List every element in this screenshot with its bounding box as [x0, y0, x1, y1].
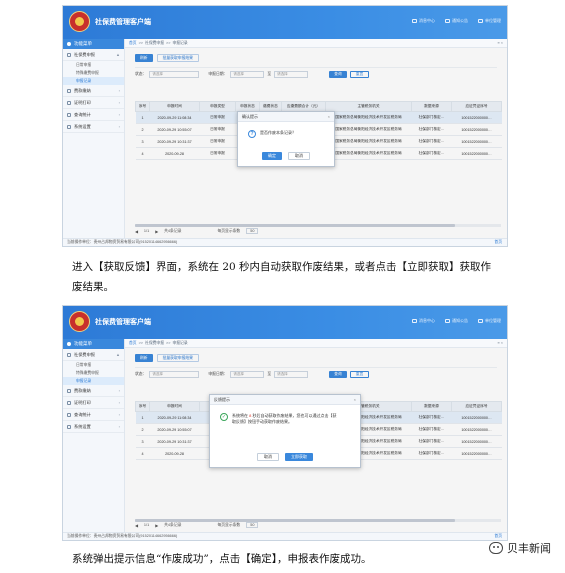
tax-emblem-icon: [69, 311, 90, 332]
tab-controls-icon[interactable]: ≡ ×: [498, 41, 504, 45]
main-content: 刷新 批量获取申报结果 状态： 请选择 申报日期： 请选择 至 请选择 查询 重…: [125, 48, 507, 238]
close-icon[interactable]: ×: [354, 397, 356, 402]
sidebar-item-settings[interactable]: 系统设置 ›: [63, 121, 124, 133]
dialog-title: 反馈提示 ×: [210, 395, 360, 405]
chevron-right-icon: ›: [118, 400, 120, 405]
sidebar-item-print[interactable]: 证明打印 ›: [63, 97, 124, 109]
message-icon: [412, 319, 417, 323]
sidebar: 功能菜单 社保费申报 ▲ 日常申报 特殊缴费申报 申报记录 费款缴纳 › 证明打印 ›…: [63, 339, 125, 532]
close-icon[interactable]: ×: [328, 114, 330, 119]
cancel-button[interactable]: 取消: [288, 152, 310, 160]
success-check-icon: ✓: [220, 413, 228, 421]
chevron-right-icon: ›: [118, 388, 120, 393]
sidebar-sub-records[interactable]: 申报记录: [63, 377, 124, 385]
menu-icon: [67, 342, 71, 346]
sidebar-head: 功能菜单: [63, 39, 124, 49]
declare-icon: [67, 352, 71, 357]
message-center-link[interactable]: 消息中心: [412, 318, 435, 324]
print-icon: [67, 400, 71, 405]
cancel-button[interactable]: 取消: [257, 453, 279, 461]
confirm-button[interactable]: 确定: [262, 152, 282, 160]
chevron-right-icon: ›: [118, 424, 120, 429]
sidebar-sub-daily[interactable]: 日常申报: [63, 361, 124, 369]
footer-home-link[interactable]: 首页: [494, 240, 502, 245]
feedback-dialog: 反馈提示 × ✓ 系统将在 8 秒后自动获取作废结果，您也可以通过点击【获取反馈】…: [209, 394, 361, 468]
dialog-title: 确认提示 ×: [238, 112, 334, 122]
sidebar-sub-special[interactable]: 特殊缴费申报: [63, 69, 124, 77]
notice-icon: [445, 19, 450, 23]
notice-link[interactable]: 通知公告: [445, 18, 468, 24]
status-footer: 当前操作单位：贵州占邦物资贸易有限公司(91520114662956666) 首…: [63, 532, 507, 540]
header-links: 消息中心 通知公告 单位管理: [412, 318, 501, 324]
chevron-right-icon: ›: [118, 100, 120, 105]
question-icon: ?: [248, 130, 256, 138]
gear-icon: [67, 424, 71, 429]
wechat-icon: [489, 542, 503, 554]
main-content: 刷新 批量获取申报结果 状态： 请选择 申报日期： 请选择 至 请选择 查询 重…: [125, 348, 507, 532]
caption-step2: 系统弹出提示信息“作废成功”，点击【确定】，申报表作废成功。: [72, 553, 372, 565]
app-header: 社保费管理客户端 消息中心 通知公告 单位管理: [63, 306, 507, 339]
app-header: 社保费管理客户端 消息中心 通知公告 单位管理: [63, 6, 507, 39]
sidebar-sub-special[interactable]: 特殊缴费申报: [63, 369, 124, 377]
message-icon: [412, 19, 417, 23]
chevron-right-icon: ›: [118, 124, 120, 129]
query-icon: [67, 112, 71, 117]
sidebar-sub-daily[interactable]: 日常申报: [63, 61, 124, 69]
dialog-body: ✓ 系统将在 8 秒后自动获取作废结果，您也可以通过点击【获取反馈】按钮手动获取…: [210, 405, 360, 425]
screenshot-confirm-void: 社保费管理客户端 消息中心 通知公告 单位管理 功能菜单 社保费申报 ▲ 日常申报…: [62, 5, 508, 247]
user-icon: [478, 319, 483, 323]
chevron-up-icon: ▲: [116, 52, 120, 57]
sidebar: 功能菜单 社保费申报 ▲ 日常申报 特殊缴费申报 申报记录 费款缴纳 › 证明打印 ›…: [63, 39, 125, 238]
screenshot-feedback: 社保费管理客户端 消息中心 通知公告 单位管理 功能菜单 社保费申报 ▲ 日常申报…: [62, 305, 508, 541]
dialog-body: ? 是否作废本条记录？: [238, 122, 334, 138]
app-title: 社保费管理客户端: [95, 318, 151, 326]
sidebar-item-declare[interactable]: 社保费申报 ▲: [63, 349, 124, 361]
tab-controls-icon[interactable]: ≡ ×: [498, 341, 504, 345]
feedback-message: 系统将在 8 秒后自动获取作废结果，您也可以通过点击【获取反馈】按钮手动获取作废…: [232, 413, 337, 424]
declare-icon: [67, 52, 71, 57]
gear-icon: [67, 124, 71, 129]
footer-home-link[interactable]: 首页: [494, 534, 502, 539]
status-footer: 当前操作单位：贵州占邦物资贸易有限公司(91520114662956666) 首…: [63, 238, 507, 246]
header-links: 消息中心 通知公告 单位管理: [412, 18, 501, 24]
chevron-right-icon: ›: [118, 412, 120, 417]
query-icon: [67, 412, 71, 417]
sidebar-item-query[interactable]: 查询统计 ›: [63, 109, 124, 121]
sidebar-item-query[interactable]: 查询统计 ›: [63, 409, 124, 421]
watermark: 贝丰新闻: [489, 540, 551, 556]
chevron-right-icon: ›: [118, 88, 120, 93]
chevron-right-icon: ›: [118, 112, 120, 117]
print-icon: [67, 100, 71, 105]
chevron-up-icon: ▲: [116, 352, 120, 357]
breadcrumb: 首页 >> 社保费申报 >> 申报记录 ≡ ×: [125, 39, 507, 48]
payment-icon: [67, 88, 71, 93]
sidebar-sub-records[interactable]: 申报记录: [63, 77, 124, 85]
sidebar-item-payment[interactable]: 费款缴纳 ›: [63, 85, 124, 97]
menu-icon: [67, 42, 71, 46]
sidebar-item-payment[interactable]: 费款缴纳 ›: [63, 385, 124, 397]
message-center-link[interactable]: 消息中心: [412, 18, 435, 24]
payment-icon: [67, 388, 71, 393]
caption-step1: 进入【获取反馈】界面，系统在 20 秒内自动获取作废结果，或者点击【立即获取】获…: [72, 261, 492, 293]
breadcrumb: 首页 >> 社保费申报 >> 申报记录 ≡ ×: [125, 339, 507, 348]
breadcrumb-home[interactable]: 首页: [129, 341, 137, 346]
notice-link[interactable]: 通知公告: [445, 318, 468, 324]
notice-icon: [445, 319, 450, 323]
get-now-button[interactable]: 立即获取: [285, 453, 313, 461]
unit-manage-link[interactable]: 单位管理: [478, 18, 501, 24]
dialog-buttons: 确定 取消: [238, 152, 334, 160]
unit-manage-link[interactable]: 单位管理: [478, 318, 501, 324]
sidebar-item-settings[interactable]: 系统设置 ›: [63, 421, 124, 433]
sidebar-item-print[interactable]: 证明打印 ›: [63, 397, 124, 409]
sidebar-item-declare[interactable]: 社保费申报 ▲: [63, 49, 124, 61]
sidebar-head: 功能菜单: [63, 339, 124, 349]
app-title: 社保费管理客户端: [95, 18, 151, 26]
tax-emblem-icon: [69, 11, 90, 32]
dialog-buttons: 取消 立即获取: [210, 453, 360, 461]
breadcrumb-home[interactable]: 首页: [129, 41, 137, 46]
user-icon: [478, 19, 483, 23]
confirm-dialog: 确认提示 × ? 是否作废本条记录？ 确定 取消: [237, 111, 335, 167]
